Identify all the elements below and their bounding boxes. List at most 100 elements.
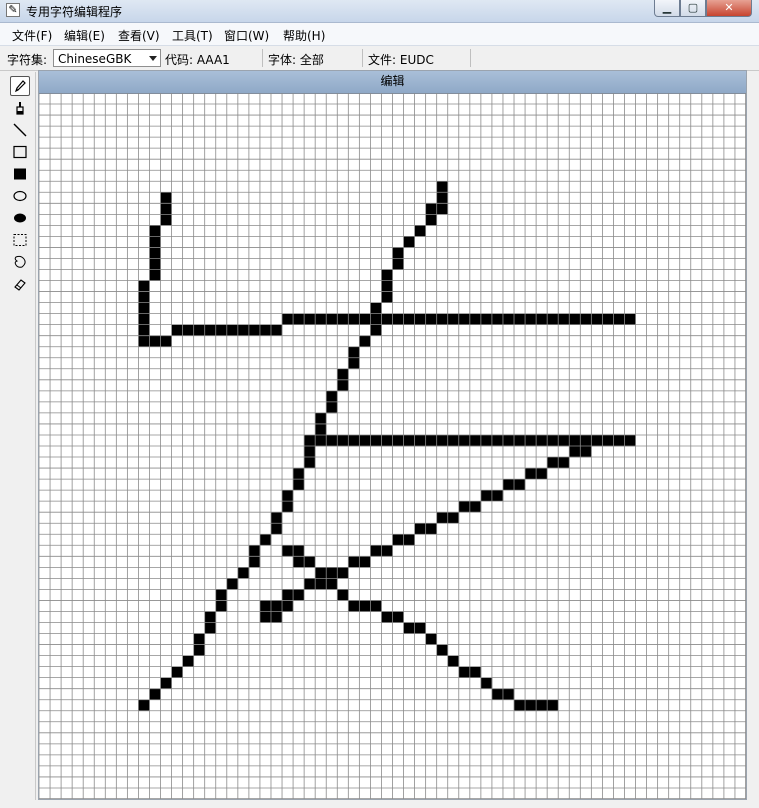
filled-pixel[interactable] <box>547 434 559 447</box>
filled-pixel[interactable] <box>392 313 404 325</box>
filled-pixel[interactable] <box>547 457 559 469</box>
filled-pixel[interactable] <box>270 512 283 524</box>
filled-pixel[interactable] <box>149 247 161 259</box>
filled-pixel[interactable] <box>259 611 272 623</box>
filled-pixel[interactable] <box>370 324 382 336</box>
close-button[interactable]: ✕ <box>706 0 752 17</box>
filled-pixel[interactable] <box>149 225 161 237</box>
freeform-select-tool-button[interactable] <box>10 252 30 272</box>
filled-pixel[interactable] <box>293 313 305 325</box>
filled-pixel[interactable] <box>469 501 482 513</box>
filled-pixel[interactable] <box>282 490 294 502</box>
filled-pixel[interactable] <box>160 677 172 689</box>
filled-pixel[interactable] <box>414 622 426 634</box>
filled-pixel[interactable] <box>602 434 614 447</box>
filled-pixel[interactable] <box>315 412 327 425</box>
filled-pixel[interactable] <box>193 633 206 645</box>
filled-pixel[interactable] <box>293 589 305 601</box>
filled-pixel[interactable] <box>270 600 283 612</box>
filled-pixel[interactable] <box>502 434 515 447</box>
filled-pixel[interactable] <box>536 313 548 325</box>
filled-pixel[interactable] <box>525 468 537 480</box>
filled-pixel[interactable] <box>348 346 360 359</box>
filled-pixel[interactable] <box>248 324 261 336</box>
filled-pixel[interactable] <box>591 313 603 325</box>
filled-pixel[interactable] <box>215 600 228 612</box>
filled-pixel[interactable] <box>337 313 349 325</box>
filled-pixel[interactable] <box>326 434 338 447</box>
filled-pixel[interactable] <box>414 225 426 237</box>
filled-pixel[interactable] <box>392 434 404 447</box>
filled-pixel[interactable] <box>458 434 471 447</box>
filled-pixel[interactable] <box>447 313 460 325</box>
filled-pixel[interactable] <box>270 523 283 535</box>
filled-pixel[interactable] <box>248 545 261 557</box>
filled-pixel[interactable] <box>237 567 250 579</box>
filled-pixel[interactable] <box>138 291 150 303</box>
filled-pixel[interactable] <box>458 666 471 678</box>
filled-pixel[interactable] <box>480 490 493 502</box>
filled-pixel[interactable] <box>436 192 449 204</box>
filled-pixel[interactable] <box>569 434 581 447</box>
filled-pixel[interactable] <box>569 313 581 325</box>
filled-pixel[interactable] <box>469 434 482 447</box>
filled-pixel[interactable] <box>326 313 338 325</box>
filled-pixel[interactable] <box>591 434 603 447</box>
filled-pixel[interactable] <box>525 313 537 325</box>
filled-pixel[interactable] <box>270 324 283 336</box>
filled-pixel[interactable] <box>182 655 194 667</box>
filled-pixel[interactable] <box>381 280 393 292</box>
menu-view[interactable]: 查看(V) <box>118 27 160 44</box>
filled-pixel[interactable] <box>348 434 360 447</box>
filled-pixel[interactable] <box>304 578 316 590</box>
filled-pixel[interactable] <box>436 313 449 325</box>
filled-pixel[interactable] <box>193 324 206 336</box>
filled-pixel[interactable] <box>514 434 526 447</box>
filled-pixel[interactable] <box>193 644 206 656</box>
filled-pixel[interactable] <box>436 434 449 447</box>
minimize-button[interactable]: ▁ <box>654 0 680 17</box>
eraser-tool-button[interactable] <box>10 274 30 294</box>
edit-grid[interactable] <box>39 93 746 799</box>
filled-pixel[interactable] <box>270 611 283 623</box>
filled-pixel[interactable] <box>337 589 349 601</box>
filled-pixel[interactable] <box>447 434 460 447</box>
maximize-button[interactable]: ▢ <box>680 0 706 17</box>
filled-pixel[interactable] <box>436 512 449 524</box>
filled-pixel[interactable] <box>315 578 327 590</box>
filled-pixel[interactable] <box>547 699 559 712</box>
filled-pixel[interactable] <box>282 313 294 325</box>
filled-pixel[interactable] <box>469 313 482 325</box>
filled-pixel[interactable] <box>580 434 592 447</box>
filled-pixel[interactable] <box>359 600 371 612</box>
hollow-rectangle-tool-button[interactable] <box>10 142 30 162</box>
filled-pixel[interactable] <box>326 401 338 414</box>
filled-pixel[interactable] <box>160 214 172 226</box>
filled-pixel[interactable] <box>326 578 338 590</box>
filled-pixel[interactable] <box>138 280 150 292</box>
filled-pixel[interactable] <box>337 567 349 579</box>
filled-pixel[interactable] <box>414 523 426 535</box>
filled-pixel[interactable] <box>436 181 449 193</box>
filled-pixel[interactable] <box>138 324 150 336</box>
filled-pixel[interactable] <box>491 490 504 502</box>
filled-pixel[interactable] <box>138 335 150 348</box>
filled-pixel[interactable] <box>602 313 614 325</box>
filled-pixel[interactable] <box>337 434 349 447</box>
filled-pixel[interactable] <box>624 313 636 325</box>
filled-pixel[interactable] <box>226 578 239 590</box>
filled-pixel[interactable] <box>392 534 404 546</box>
filled-pixel[interactable] <box>138 699 150 712</box>
filled-pixel[interactable] <box>480 434 493 447</box>
rect-select-tool-button[interactable] <box>10 230 30 250</box>
filled-pixel[interactable] <box>414 313 426 325</box>
filled-pixel[interactable] <box>326 390 338 403</box>
filled-pixel[interactable] <box>613 434 625 447</box>
filled-pixel[interactable] <box>204 622 217 634</box>
filled-pixel[interactable] <box>436 644 449 656</box>
filled-pixel[interactable] <box>547 313 559 325</box>
filled-pixel[interactable] <box>348 313 360 325</box>
filled-pixel[interactable] <box>326 567 338 579</box>
filled-pixel[interactable] <box>315 423 327 436</box>
menu-help[interactable]: 帮助(H) <box>283 27 325 44</box>
